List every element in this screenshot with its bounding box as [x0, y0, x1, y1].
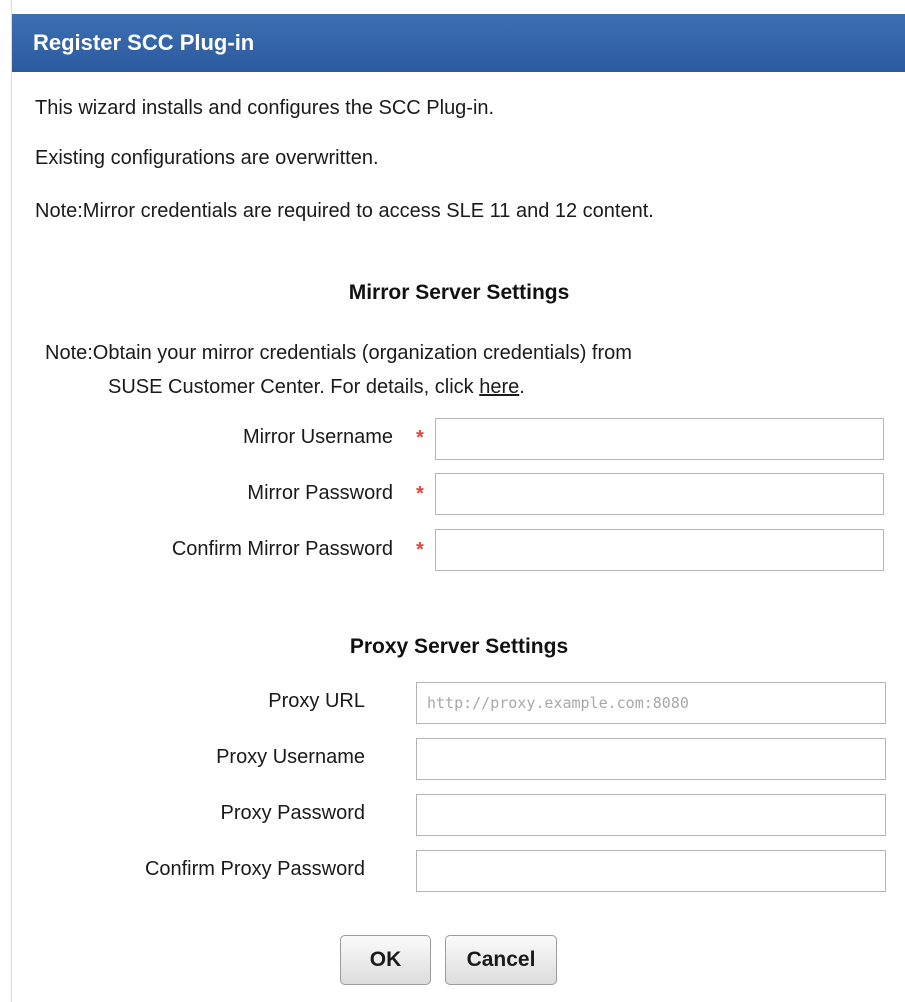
proxy-url-label: Proxy URL: [268, 690, 365, 712]
required-marker: *: [416, 539, 424, 561]
register-dialog: Register SCC Plug-in This wizard install…: [11, 0, 905, 1002]
mirror-section-title: Mirror Server Settings: [348, 281, 570, 304]
ok-button[interactable]: OK: [340, 935, 431, 985]
required-marker: *: [416, 483, 424, 505]
proxy-password-input[interactable]: [416, 794, 886, 836]
proxy-username-label: Proxy Username: [216, 746, 365, 768]
mirror-note-line2-text: SUSE Customer Center. For details, click: [108, 376, 480, 398]
intro-line-1: This wizard installs and configures the …: [35, 97, 495, 119]
proxy-username-input[interactable]: [416, 738, 886, 780]
mirror-note-text: Note:Obtain your mirror credentials (org…: [45, 342, 632, 364]
required-marker: *: [416, 427, 424, 449]
mirror-note: Note:Obtain your mirror credentials (org…: [45, 336, 632, 404]
mirror-note-line2: SUSE Customer Center. For details, click…: [45, 370, 632, 404]
mirror-username-label: Mirror Username: [242, 426, 393, 448]
proxy-section-title: Proxy Server Settings: [349, 635, 569, 658]
confirm-mirror-password-input[interactable]: [435, 529, 884, 571]
details-link[interactable]: here: [479, 376, 519, 398]
dialog-title: Register SCC Plug-in: [12, 14, 905, 72]
mirror-note-end: .: [519, 376, 525, 398]
mirror-password-label: Mirror Password: [247, 482, 393, 504]
proxy-password-label: Proxy Password: [220, 802, 366, 824]
confirm-mirror-password-label: Confirm Mirror Password: [171, 538, 393, 560]
cancel-button[interactable]: Cancel: [445, 935, 557, 985]
intro-line-2: Existing configurations are overwritten.: [35, 147, 379, 169]
confirm-proxy-password-input[interactable]: [416, 850, 886, 892]
mirror-username-input[interactable]: [435, 418, 884, 460]
mirror-password-input[interactable]: [435, 473, 884, 515]
confirm-proxy-password-label: Confirm Proxy Password: [144, 858, 365, 880]
intro-line-3: Note:Mirror credentials are required to …: [35, 200, 654, 222]
proxy-url-input[interactable]: [416, 682, 886, 724]
